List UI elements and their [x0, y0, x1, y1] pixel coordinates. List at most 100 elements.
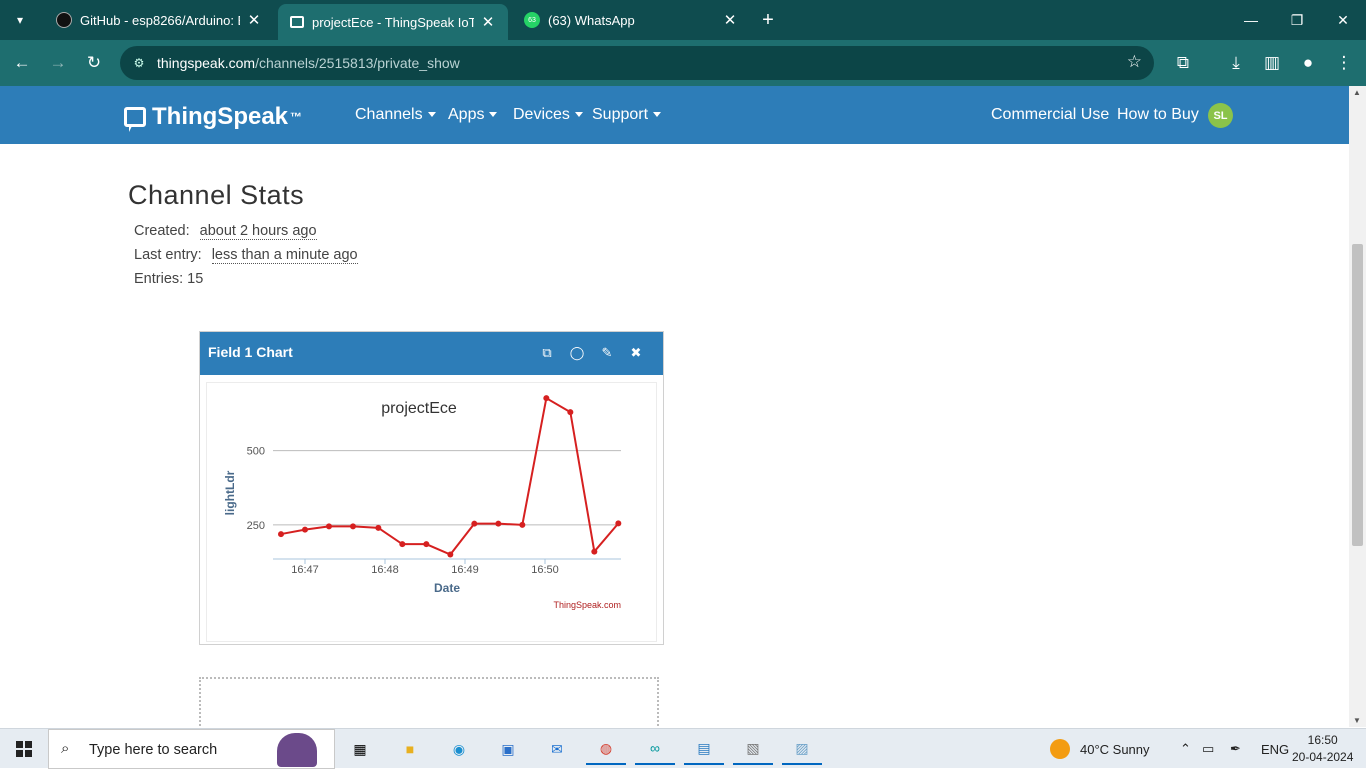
- minimize-button[interactable]: —: [1228, 0, 1274, 40]
- download-icon[interactable]: ⤓: [1223, 50, 1249, 76]
- thingspeak-favicon-icon: [290, 16, 304, 28]
- edit-pencil-icon[interactable]: ✎: [598, 344, 616, 362]
- profile-icon[interactable]: ●: [1295, 50, 1321, 76]
- tab-search-button[interactable]: ▾: [8, 8, 32, 32]
- side-panel-icon[interactable]: ▥: [1259, 50, 1285, 76]
- data-point[interactable]: [567, 409, 574, 416]
- data-point[interactable]: [615, 520, 622, 527]
- comment-icon[interactable]: ◯: [568, 344, 586, 362]
- clock-time: 16:50: [1307, 733, 1338, 747]
- restore-button[interactable]: ❐: [1274, 0, 1320, 40]
- tab-strip: ▾ GitHub - esp8266/Arduino: ESP8266 ✕ pr…: [0, 0, 1366, 40]
- tab-thingspeak[interactable]: projectEce - ThingSpeak IoT ✕: [278, 4, 508, 40]
- close-icon[interactable]: ✖: [627, 344, 645, 362]
- scroll-down-arrow-icon[interactable]: ▼: [1353, 716, 1361, 725]
- mail-icon[interactable]: ✉: [537, 733, 577, 765]
- nav-support[interactable]: Support: [592, 106, 662, 124]
- pen-icon[interactable]: ✒: [1230, 729, 1241, 769]
- chart-credit-link[interactable]: ThingSpeak.com: [553, 600, 621, 610]
- data-point[interactable]: [591, 548, 598, 555]
- file-explorer-icon[interactable]: ■: [390, 733, 430, 765]
- data-point[interactable]: [495, 520, 502, 527]
- entries-stat: Entries: 15: [134, 271, 204, 287]
- forward-button[interactable]: →: [45, 50, 71, 76]
- task-view-icon[interactable]: ▦: [340, 733, 380, 765]
- thingspeak-logo[interactable]: ThingSpeak ™: [124, 103, 302, 132]
- x-tick-label: 16:48: [371, 564, 399, 576]
- nav-devices[interactable]: Devices: [513, 106, 583, 124]
- extensions-icon[interactable]: ⧉: [1170, 50, 1196, 76]
- data-point[interactable]: [326, 523, 332, 530]
- language-indicator[interactable]: ENG: [1261, 729, 1289, 769]
- chrome-icon[interactable]: ◍: [586, 733, 626, 765]
- reload-button[interactable]: ↻: [81, 50, 107, 76]
- edge-icon[interactable]: ◉: [439, 733, 479, 765]
- data-point[interactable]: [278, 531, 284, 538]
- start-button[interactable]: [0, 729, 48, 769]
- data-point[interactable]: [350, 523, 356, 530]
- menu-icon[interactable]: ⋮: [1331, 50, 1357, 76]
- windows-logo-icon: [16, 741, 32, 757]
- y-tick-label: 250: [247, 520, 265, 532]
- data-point[interactable]: [543, 395, 550, 402]
- weather-widget[interactable]: 40°C Sunny: [1050, 729, 1150, 769]
- data-point[interactable]: [447, 551, 454, 558]
- scroll-up-arrow-icon[interactable]: ▲: [1353, 88, 1361, 97]
- data-point[interactable]: [423, 541, 430, 548]
- close-icon[interactable]: ✕: [722, 11, 738, 29]
- new-tab-button[interactable]: +: [756, 8, 780, 32]
- data-point[interactable]: [375, 524, 382, 531]
- github-icon: [56, 12, 72, 28]
- data-point[interactable]: [519, 521, 526, 528]
- taskbar-search-input[interactable]: ⌕ Type here to search: [48, 729, 335, 769]
- data-point[interactable]: [399, 541, 406, 548]
- bookmark-star-icon[interactable]: ☆: [1127, 52, 1142, 72]
- url-text[interactable]: thingspeak.com/channels/2515813/private_…: [157, 55, 460, 71]
- page-content: Channel Stats Created: about 2 hours ago …: [0, 144, 1349, 727]
- data-point[interactable]: [471, 520, 478, 527]
- nav-commercial-use[interactable]: Commercial Use: [991, 106, 1109, 124]
- avatar[interactable]: SL: [1208, 103, 1233, 128]
- external-link-icon[interactable]: ⧉: [538, 344, 556, 362]
- search-placeholder: Type here to search: [89, 742, 218, 758]
- app-tool-icon[interactable]: ▧: [733, 733, 773, 765]
- chart-title: projectEce: [381, 400, 457, 417]
- tray-chevron-icon[interactable]: ⌃: [1180, 729, 1191, 769]
- page-title: Channel Stats: [128, 180, 305, 210]
- speech-bubble-icon: [124, 107, 146, 132]
- window-close-button[interactable]: ✕: [1320, 0, 1366, 40]
- nav-how-to-buy[interactable]: How to Buy: [1117, 106, 1199, 124]
- network-icon[interactable]: ▭: [1202, 729, 1214, 769]
- app-notes-icon[interactable]: ▨: [782, 733, 822, 765]
- whatsapp-icon: 63: [524, 12, 540, 28]
- line-chart: projectEce lightLdr Date ThingSpeak.com …: [223, 395, 622, 610]
- sun-icon: [1050, 739, 1070, 759]
- x-tick-label: 16:49: [451, 564, 479, 576]
- address-bar[interactable]: ⚙ thingspeak.com/channels/2515813/privat…: [120, 46, 1154, 80]
- scrollbar-thumb[interactable]: [1352, 244, 1363, 546]
- nav-apps[interactable]: Apps: [448, 106, 498, 124]
- browser-toolbar: ← → ↻ ⚙ thingspeak.com/channels/2515813/…: [0, 40, 1366, 86]
- last-entry-value: less than a minute ago: [211, 247, 358, 264]
- tab-github[interactable]: GitHub - esp8266/Arduino: ESP8266 ✕: [44, 0, 274, 40]
- app-window-icon[interactable]: ▤: [684, 733, 724, 765]
- close-icon[interactable]: ✕: [246, 11, 262, 29]
- tab-whatsapp[interactable]: 63 (63) WhatsApp ✕: [512, 0, 750, 40]
- tab-title: projectEce - ThingSpeak IoT: [312, 14, 474, 30]
- clock-date: 20-04-2024: [1292, 750, 1354, 764]
- data-point[interactable]: [302, 526, 308, 533]
- last-entry-stat: Last entry: less than a minute ago: [134, 247, 358, 264]
- caret-down-icon: [427, 112, 436, 118]
- clock[interactable]: 16:50 20-04-2024: [1292, 732, 1353, 766]
- created-stat: Created: about 2 hours ago: [134, 223, 317, 240]
- close-icon[interactable]: ✕: [480, 13, 496, 31]
- back-button[interactable]: ←: [9, 50, 35, 76]
- page-scrollbar[interactable]: ▲ ▼: [1349, 86, 1366, 727]
- site-info-icon[interactable]: ⚙: [130, 54, 148, 72]
- caret-down-icon: [653, 112, 662, 118]
- search-highlight-icon: [277, 733, 317, 767]
- nav-channels[interactable]: Channels: [355, 106, 436, 124]
- series-line: [280, 396, 620, 556]
- arduino-icon[interactable]: ∞: [635, 733, 675, 765]
- store-icon[interactable]: ▣: [488, 733, 528, 765]
